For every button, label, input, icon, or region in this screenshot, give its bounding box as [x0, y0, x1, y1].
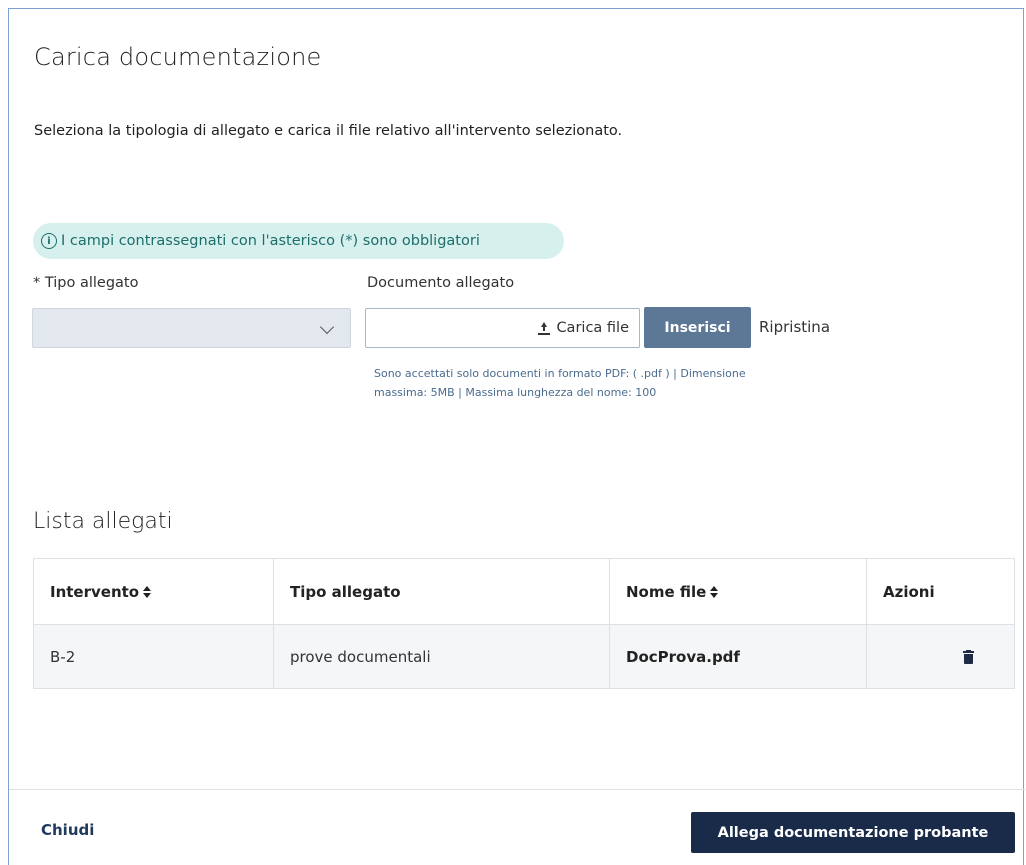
close-button[interactable]: Chiudi [41, 821, 94, 839]
upload-dialog: Carica documentazione Seleziona la tipol… [8, 8, 1025, 865]
info-icon: i [41, 233, 57, 249]
documento-allegato-label: Documento allegato [367, 275, 515, 291]
required-fields-notice: i I campi contrassegnati con l'asterisco… [33, 223, 564, 259]
submit-documentation-button[interactable]: Allega documentazione probante [691, 812, 1015, 853]
chevron-down-icon [319, 319, 335, 335]
trash-icon[interactable] [963, 650, 974, 664]
notice-text: I campi contrassegnati con l'asterisco (… [61, 233, 480, 249]
footer-divider [9, 789, 1025, 790]
dialog-intro: Seleziona la tipologia di allegato e car… [34, 123, 623, 139]
dialog-title: Carica documentazione [34, 43, 322, 71]
column-header-azioni: Azioni [866, 558, 1015, 625]
cell-tipo-allegato: prove documentali [273, 624, 610, 689]
tipo-allegato-label: * Tipo allegato [33, 275, 139, 291]
file-upload-field[interactable]: Carica file [365, 308, 640, 348]
table-header-row: Intervento Tipo allegato Nome file Azion… [33, 558, 1015, 625]
cell-azioni [866, 624, 1015, 689]
upload-icon [538, 321, 551, 335]
cell-nome-file: DocProva.pdf [609, 624, 867, 689]
attachments-list-title: Lista allegati [33, 509, 173, 534]
upload-label: Carica file [556, 320, 629, 336]
column-header-tipo-allegato: Tipo allegato [273, 558, 610, 625]
cell-intervento: B-2 [33, 624, 274, 689]
column-header-intervento[interactable]: Intervento [33, 558, 274, 625]
sort-icon[interactable] [143, 586, 152, 598]
tipo-allegato-select[interactable] [32, 308, 351, 348]
table-row: B-2 prove documentali DocProva.pdf [33, 624, 1015, 689]
column-header-nome-file[interactable]: Nome file [609, 558, 867, 625]
insert-button[interactable]: Inserisci [644, 307, 751, 348]
hint-line-2: massima: 5MB | Massima lunghezza del nom… [374, 386, 657, 399]
attachments-table: Intervento Tipo allegato Nome file Azion… [33, 558, 1015, 689]
sort-icon[interactable] [710, 586, 719, 598]
hint-line-1: Sono accettati solo documenti in formato… [374, 367, 746, 380]
reset-button[interactable]: Ripristina [759, 318, 830, 336]
file-format-hint: Sono accettati solo documenti in formato… [374, 364, 854, 402]
